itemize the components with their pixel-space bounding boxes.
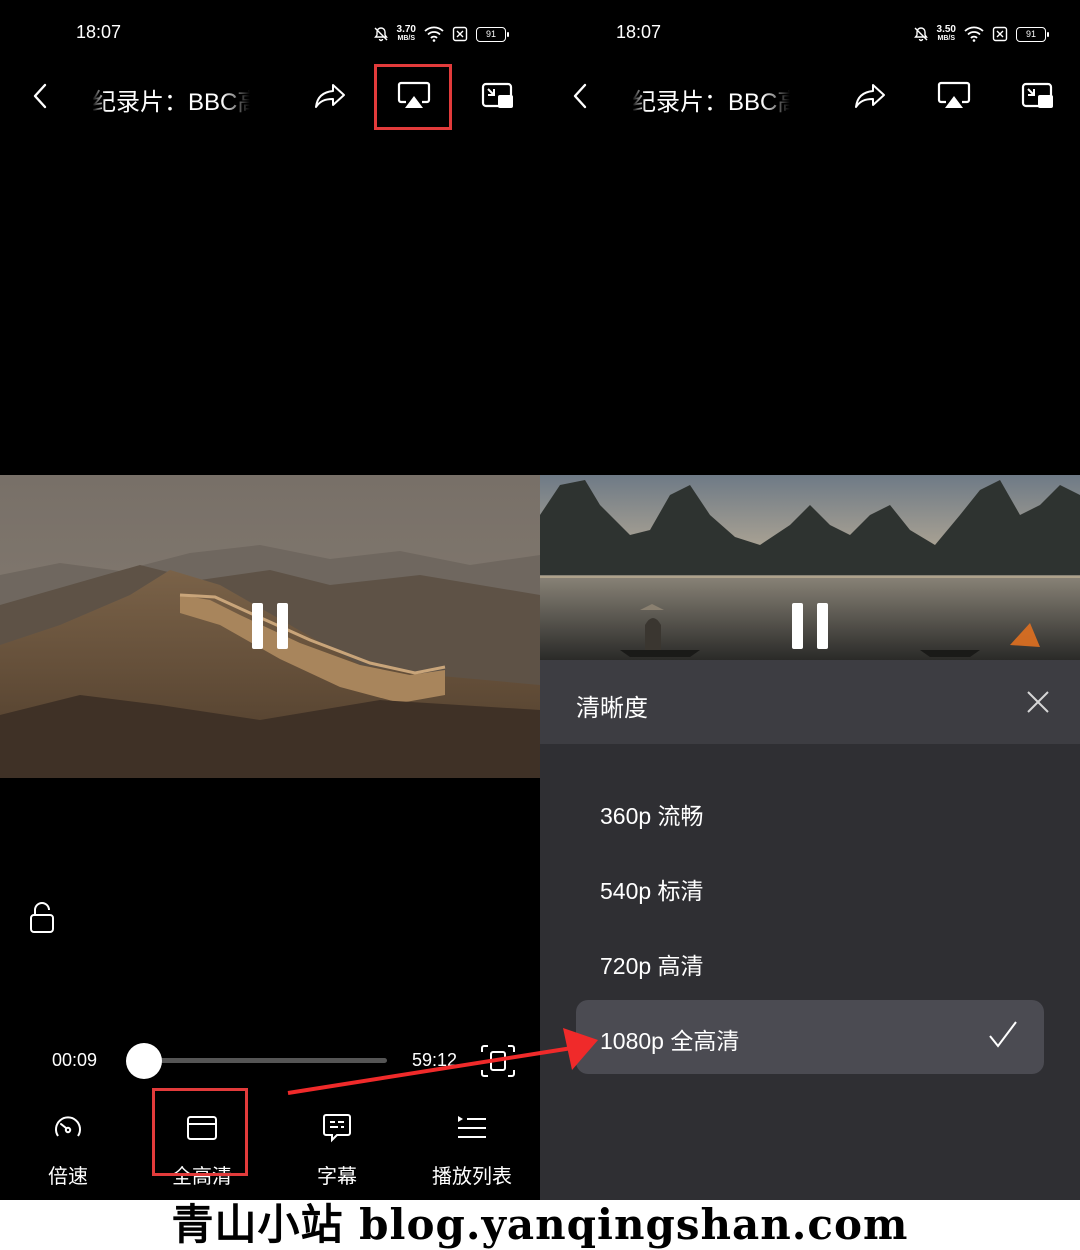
subtitle-label: 字幕 bbox=[317, 1166, 357, 1188]
battery-indicator: 91 bbox=[1016, 26, 1049, 42]
video-title: 纪录片：BBC高清 bbox=[92, 89, 250, 116]
mute-bell-icon bbox=[913, 27, 928, 42]
seek-thumb[interactable] bbox=[126, 1043, 162, 1079]
pip-button[interactable] bbox=[478, 78, 518, 114]
airplay-icon bbox=[937, 81, 971, 108]
cast-button[interactable] bbox=[934, 78, 974, 114]
rotate-screen-icon[interactable] bbox=[480, 1044, 516, 1078]
video-frame-great-wall[interactable] bbox=[0, 475, 540, 778]
total-time: 59:12 bbox=[412, 1050, 458, 1070]
picture-in-picture-icon bbox=[1021, 82, 1053, 108]
quality-option-label: 360p 流畅 bbox=[600, 803, 704, 829]
back-icon[interactable] bbox=[566, 80, 594, 112]
quality-option-720p[interactable]: 720p 高清 bbox=[576, 925, 1044, 999]
no-sim-icon bbox=[992, 26, 1008, 42]
playlist-tool[interactable]: 播放列表 bbox=[412, 1110, 532, 1189]
lock-icon[interactable] bbox=[28, 900, 56, 936]
quality-option-1080p[interactable]: 1080p 全高清 bbox=[576, 1000, 1044, 1074]
status-bar: 18:07 3.50 MB/S 91 bbox=[540, 0, 1080, 68]
status-icons: 3.70 MB/S 91 bbox=[373, 22, 509, 46]
subtitle-icon bbox=[323, 1114, 351, 1143]
quality-option-540p[interactable]: 540p 标清 bbox=[576, 850, 1044, 924]
status-icons: 3.50 MB/S 91 bbox=[913, 22, 1049, 46]
mute-bell-icon bbox=[373, 27, 388, 42]
quality-highlight-box bbox=[152, 1088, 248, 1176]
share-button[interactable] bbox=[850, 78, 890, 114]
wifi-icon bbox=[424, 26, 444, 42]
quality-panel: 清晰度 360p 流畅 540p 标清 720p 高清 1080p 全高清 bbox=[540, 660, 1080, 1200]
current-time: 00:09 bbox=[52, 1050, 98, 1070]
quality-panel-header: 清晰度 bbox=[540, 660, 1080, 744]
quality-option-label: 1080p 全高清 bbox=[600, 1028, 740, 1054]
network-speed: 3.50 MB/S bbox=[936, 24, 956, 43]
video-frame-river-karst[interactable] bbox=[540, 475, 1080, 660]
wifi-icon bbox=[964, 26, 984, 42]
back-icon[interactable] bbox=[26, 80, 54, 112]
pause-button[interactable] bbox=[252, 603, 288, 651]
subtitle-tool[interactable]: 字幕 bbox=[277, 1110, 397, 1189]
quality-option-label: 720p 高清 bbox=[600, 953, 704, 979]
status-time: 18:07 bbox=[76, 22, 122, 42]
battery-indicator: 91 bbox=[476, 26, 509, 42]
watermark: 青山小站 blog.yanqingshan.com bbox=[0, 1200, 1080, 1250]
pause-button[interactable] bbox=[792, 603, 828, 651]
video-title: 纪录片：BBC高清 bbox=[632, 89, 790, 116]
speed-tool[interactable]: 倍速 bbox=[8, 1110, 128, 1189]
seek-bar[interactable] bbox=[144, 1058, 387, 1063]
cast-highlight-box bbox=[374, 64, 452, 130]
share-icon bbox=[855, 84, 885, 108]
checkmark-icon bbox=[989, 1021, 1017, 1048]
left-screen: 18:07 3.70MB/S 91 纪录片：BBC高清 bbox=[0, 0, 540, 1200]
top-bar: 纪录片：BBC高清 bbox=[540, 64, 1080, 128]
close-icon[interactable] bbox=[1024, 688, 1052, 716]
no-sim-icon bbox=[452, 26, 468, 42]
bottom-toolbar: 倍速 全高清 字幕 播放列表 bbox=[0, 1110, 540, 1190]
speed-label: 倍速 bbox=[48, 1166, 88, 1188]
playlist-label: 播放列表 bbox=[432, 1166, 512, 1188]
right-screen: 18:07 3.50 MB/S 91 纪录片：BBC高清晰度 360p 流畅 5… bbox=[540, 0, 1080, 1200]
status-bar: 18:07 3.70 MB/S 91 bbox=[0, 0, 540, 68]
status-time: 18:07 bbox=[616, 22, 662, 42]
speedometer-icon bbox=[55, 1116, 81, 1137]
quality-option-label: 540p 标清 bbox=[600, 878, 704, 904]
network-speed: 3.70 MB/S bbox=[396, 24, 416, 43]
pip-button[interactable] bbox=[1018, 78, 1058, 114]
playlist-icon bbox=[458, 1116, 486, 1138]
top-bar: 纪录片：BBC高清 bbox=[0, 64, 540, 128]
share-icon bbox=[315, 84, 345, 108]
picture-in-picture-icon bbox=[481, 82, 513, 108]
quality-option-360p[interactable]: 360p 流畅 bbox=[576, 775, 1044, 849]
quality-panel-title: 清晰度 bbox=[576, 695, 648, 722]
share-button[interactable] bbox=[310, 78, 350, 114]
